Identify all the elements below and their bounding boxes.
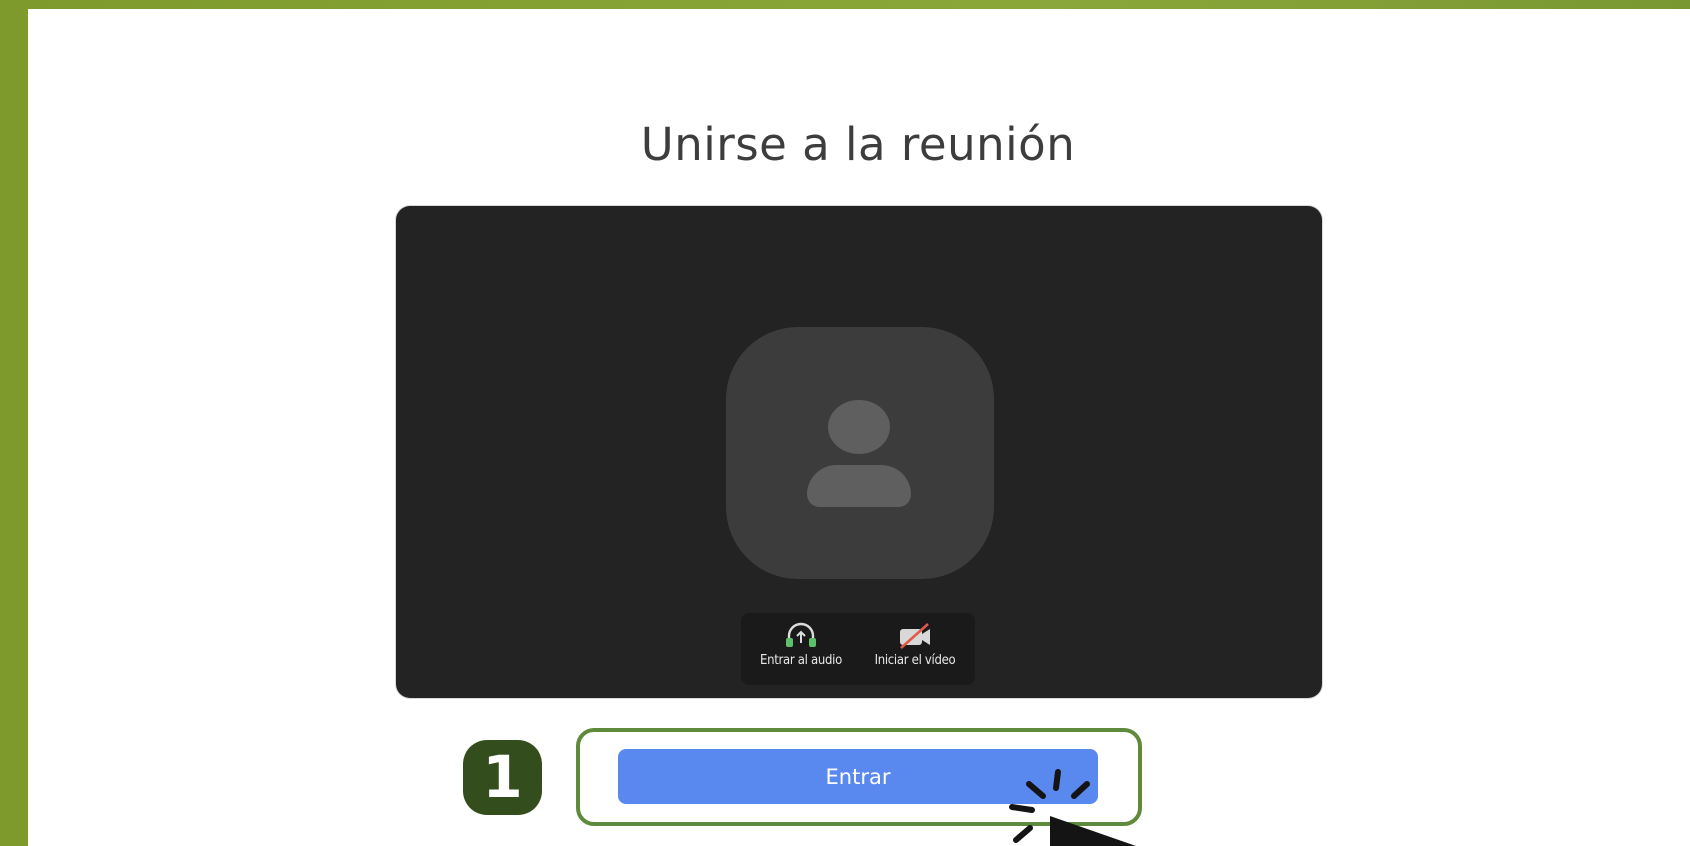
avatar-body bbox=[807, 465, 911, 507]
page-title: Unirse a la reunión bbox=[640, 118, 1076, 171]
start-video-label: Iniciar el vídeo bbox=[874, 653, 956, 668]
preview-controls: Entrar al audio Iniciar el vídeo bbox=[741, 613, 975, 685]
join-audio-button[interactable]: Entrar al audio bbox=[745, 613, 857, 685]
user-placeholder-icon bbox=[726, 327, 994, 579]
click-cursor-icon bbox=[996, 764, 1136, 846]
step-badge: 1 bbox=[463, 740, 542, 815]
join-audio-label: Entrar al audio bbox=[760, 653, 842, 668]
avatar-head bbox=[828, 400, 890, 454]
headphones-icon bbox=[786, 622, 816, 647]
start-video-button[interactable]: Iniciar el vídeo bbox=[859, 613, 971, 685]
video-preview: Entrar al audio Iniciar el vídeo bbox=[396, 206, 1322, 698]
video-off-icon bbox=[900, 623, 930, 649]
